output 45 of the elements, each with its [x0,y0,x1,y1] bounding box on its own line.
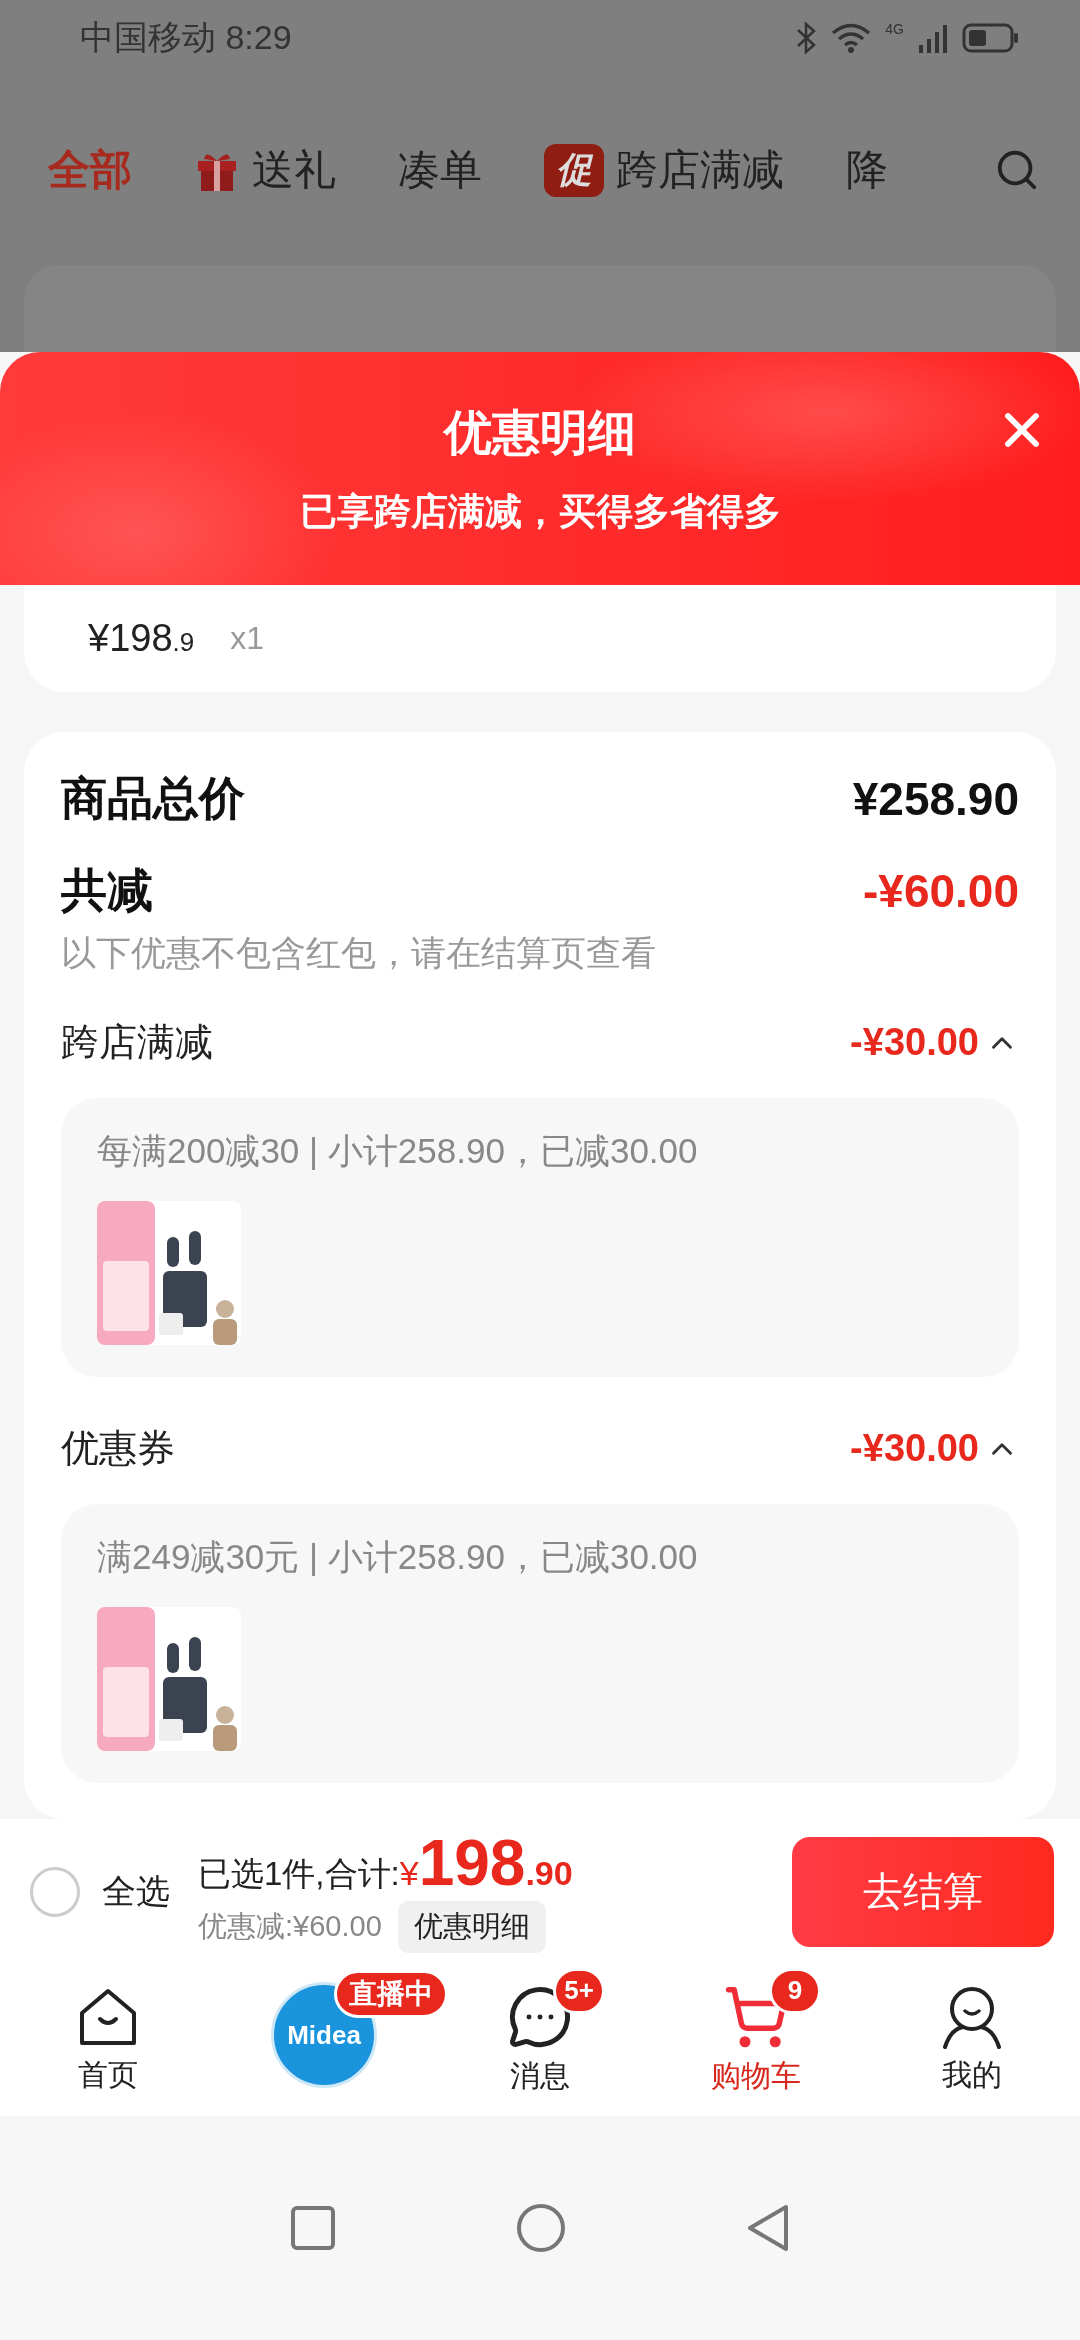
total-price: ¥198.90 [399,1830,573,1895]
discount-rule: 满249减30元 | 小计258.90，已减30.00 [97,1536,699,1578]
status-text: 中国移动 8:29 [80,16,292,58]
select-all-label: 全选 [102,1870,170,1912]
discount-type: 优惠券 [61,1426,175,1471]
discount-value: -¥60.00 [863,864,1019,918]
discount-note: 以下优惠不包含红包，请在结算页查看 [61,932,657,974]
selected-summary: 已选1件,合计: [198,1853,400,1894]
nav-label: 购物车 [711,2057,801,2094]
item-price: ¥198.9 [88,617,195,660]
total-value: ¥258.90 [852,772,1019,826]
item-quantity: x1 [230,620,265,657]
bluetooth-icon [795,20,818,55]
select-all-checkbox[interactable] [30,1866,80,1917]
discount-amount: -¥30.00 [850,1427,979,1470]
back-icon[interactable] [746,2203,790,2253]
sheet-title: 优惠明细 [444,404,636,461]
circle-icon[interactable] [516,2203,566,2253]
wifi-icon [831,21,872,54]
nav-item[interactable]: 首页 [0,1964,216,2116]
network-label: 4G [885,20,904,37]
filter-tab[interactable]: 凑单 [398,142,482,198]
discount-label: 共减 [61,863,153,918]
discount-amount: -¥30.00 [850,1021,979,1064]
profile-icon [941,1984,1003,2049]
signal-icon [918,22,948,53]
nav-item[interactable]: 9 购物车 [648,1964,864,2116]
discount-type: 跨店满减 [61,1020,213,1065]
checkout-button[interactable]: 去结算 [792,1836,1054,1947]
square-icon[interactable] [290,2205,336,2251]
discount-summary: 优惠减:¥60.00 [198,1908,382,1944]
filter-tab[interactable]: 送礼 [194,142,336,198]
filter-tab[interactable]: 促 跨店满减 [544,142,784,198]
discount-rule: 每满200减30 | 小计258.90，已减30.00 [97,1130,699,1172]
promo-badge: 促 [544,143,604,197]
nav-item[interactable]: 我的 [864,1964,1080,2116]
nav-label: 消息 [510,2057,570,2094]
total-label: 商品总价 [61,771,245,826]
live-badge: 直播中 [334,1970,448,2018]
discount-detail-button[interactable]: 优惠明细 [397,1900,546,1953]
filter-tab[interactable]: 降 [846,142,888,198]
nav-label: 我的 [942,2056,1002,2093]
sheet-subtitle: 已享跨店满减，买得多省得多 [299,489,781,534]
nav-label: 首页 [78,2056,138,2093]
battery-icon [962,22,1020,53]
